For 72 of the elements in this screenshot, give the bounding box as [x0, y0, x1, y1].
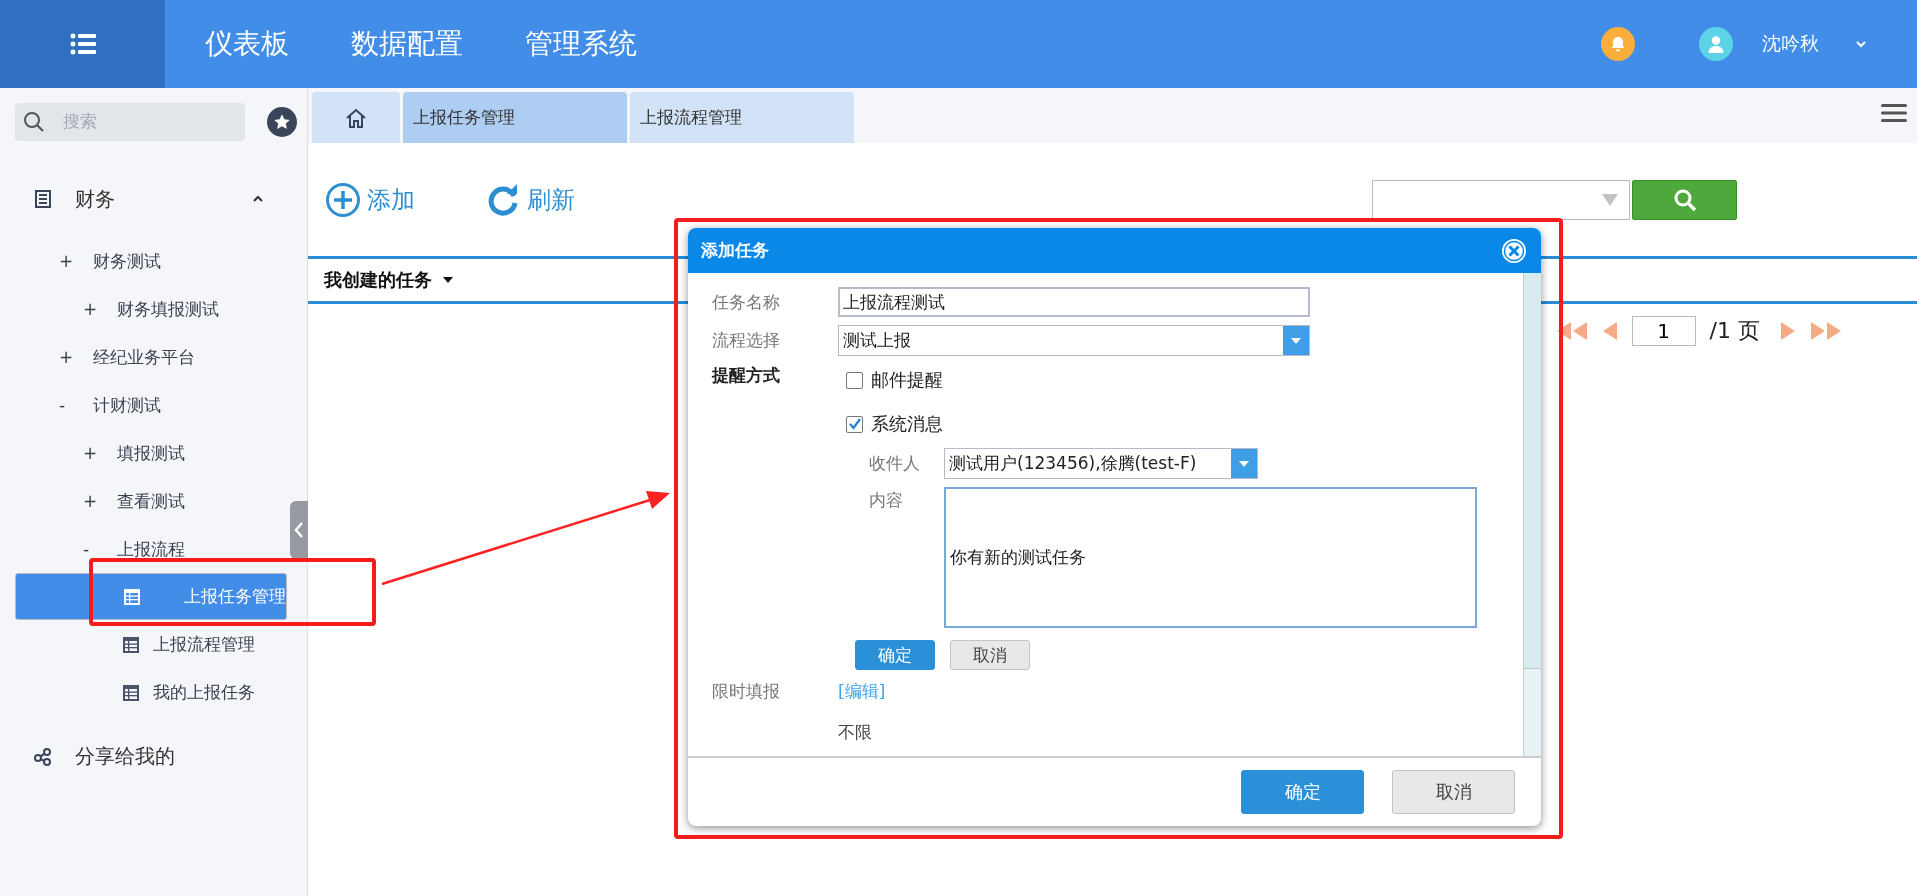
list-filter-dropdown[interactable]: 我创建的任务	[324, 268, 432, 292]
checkbox[interactable]	[846, 415, 863, 433]
page-number-field[interactable]: 1	[1631, 316, 1696, 346]
table-icon	[122, 635, 140, 654]
expand-sign[interactable]: +	[83, 443, 117, 463]
checkbox-label[interactable]: 邮件提醒	[871, 368, 943, 392]
expand-sign[interactable]: -	[83, 539, 117, 559]
process-select[interactable]: 测试上报	[838, 325, 1310, 356]
book-icon	[33, 189, 53, 209]
tree-item[interactable]: 上报流程	[117, 537, 185, 561]
caret-down-icon[interactable]	[442, 276, 454, 284]
previous-page-icon[interactable]	[1601, 321, 1618, 341]
plus-circle-icon	[325, 181, 361, 218]
close-icon[interactable]	[1501, 237, 1527, 264]
field-label: 内容	[869, 489, 904, 512]
field-label: 流程选择	[712, 329, 781, 352]
search-button[interactable]	[1632, 179, 1737, 220]
dialog-title: 添加任务	[701, 239, 769, 262]
user-avatar-icon[interactable]	[1699, 27, 1733, 61]
cancel-button[interactable]: 取消	[950, 640, 1030, 670]
recipients-select[interactable]: 测试用户(123456),徐腾(test-F)	[944, 448, 1258, 479]
chevron-icon	[252, 195, 264, 203]
field-label: 任务名称	[712, 290, 781, 314]
table-icon	[122, 683, 140, 702]
home-tab[interactable]	[312, 92, 400, 143]
search-input[interactable]: 搜索	[61, 111, 215, 133]
field-label: 提醒方式	[712, 364, 781, 387]
sidebar-section[interactable]: 财务	[0, 169, 307, 229]
menu-icon	[69, 33, 96, 55]
checkbox-label[interactable]: 系统消息	[871, 412, 943, 436]
tree-item[interactable]: 查看测试	[117, 489, 185, 513]
sidebar-section[interactable]: 分享给我的	[0, 727, 307, 785]
expand-sign[interactable]: +	[83, 299, 117, 319]
field-label: 限时填报	[712, 680, 781, 703]
add-button[interactable]: 添加	[325, 181, 415, 218]
notification-bell-icon[interactable]	[1601, 27, 1635, 61]
search-combo-field[interactable]	[1372, 179, 1630, 220]
time-limit-value: 不限	[838, 721, 872, 744]
tree-item[interactable]: 计财测试	[93, 393, 161, 417]
page-tab[interactable]: 上报流程管理	[630, 92, 854, 143]
tree-item[interactable]: 我的上报任务	[15, 669, 287, 716]
search-field[interactable]: 搜索	[15, 103, 245, 141]
first-page-icon[interactable]	[1555, 321, 1588, 341]
last-page-icon[interactable]	[1810, 321, 1842, 341]
tree-item[interactable]: 财务测试	[93, 249, 161, 273]
tree-item[interactable]: 财务填报测试	[117, 297, 219, 321]
expand-sign[interactable]: +	[83, 491, 117, 511]
page-tab[interactable]: 上报任务管理	[403, 92, 627, 143]
expand-sign[interactable]: -	[59, 395, 93, 415]
tree-item[interactable]: 经纪业务平台	[93, 345, 195, 369]
search-icon	[23, 111, 45, 133]
collapse-handle[interactable]	[290, 501, 308, 559]
refresh-button[interactable]: 刷新	[485, 181, 575, 218]
share-icon	[33, 746, 53, 766]
field-label: 收件人	[869, 452, 921, 475]
checkbox[interactable]	[846, 371, 863, 389]
table-icon	[123, 587, 141, 606]
expand-sign[interactable]: +	[59, 251, 93, 271]
chevron-down-icon[interactable]	[1855, 40, 1867, 48]
dropdown-triangle-icon	[1601, 192, 1619, 207]
menu-icon[interactable]	[1881, 103, 1907, 123]
cancel-button[interactable]: 取消	[1392, 770, 1515, 814]
tree-item[interactable]: 填报测试	[117, 441, 185, 465]
tree-item[interactable]: 上报流程管理	[15, 621, 287, 668]
home-icon	[344, 106, 368, 129]
expand-sign[interactable]: +	[59, 347, 93, 367]
next-page-icon[interactable]	[1780, 321, 1796, 341]
task-name-field[interactable]: 上报流程测试	[838, 287, 1310, 317]
search-icon	[1672, 187, 1697, 212]
scrollbar[interactable]	[1523, 273, 1541, 756]
content-textarea[interactable]: 你有新的测试任务	[944, 487, 1477, 628]
page-total: /1 页	[1709, 317, 1760, 345]
